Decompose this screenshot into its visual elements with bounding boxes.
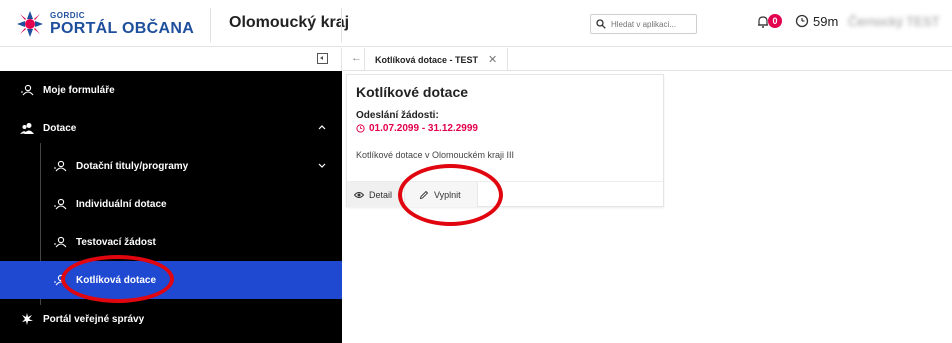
back-arrow-icon[interactable]: ← <box>351 52 362 64</box>
chevron-up-icon <box>318 125 326 130</box>
submission-date-range: 01.07.2099 - 31.12.2999 <box>356 123 478 134</box>
tab-kotlikova-dotace[interactable]: Kotlíková dotace - TEST ✕ <box>364 48 509 71</box>
person-icon <box>52 197 68 211</box>
person-icon <box>52 159 68 173</box>
submission-label: Odeslání žádosti: <box>356 110 439 121</box>
sidebar-toolbar <box>0 48 342 71</box>
emblem-icon <box>19 312 35 326</box>
logo-subtitle: GORDIC <box>50 10 85 20</box>
sidebar-item-dotace[interactable]: Dotace <box>0 109 342 147</box>
clock-icon <box>795 14 809 28</box>
sidebar-item-moje-formulare[interactable]: Moje formuláře <box>0 71 342 109</box>
user-name[interactable]: Černocký TEST <box>848 14 940 29</box>
date-range-text: 01.07.2099 - 31.12.2999 <box>369 123 478 134</box>
subsidy-card: Kotlíkové dotace Odeslání žádosti: 01.07… <box>346 74 664 207</box>
sidebar-item-testovaci-zadost[interactable]: Testovací žádost <box>0 223 342 261</box>
app-header: GORDIC PORTÁL OBČANA Olomoucký kraj 0 59… <box>0 0 952 47</box>
collapse-sidebar-icon[interactable] <box>317 53 328 64</box>
annotation-circle-kotlikova-dotace <box>61 255 174 303</box>
logo-title: PORTÁL OBČANA <box>50 19 195 37</box>
chevron-down-icon <box>318 163 326 168</box>
header-divider <box>341 8 342 42</box>
search-box[interactable] <box>590 14 697 34</box>
sidebar-item-label: Moje formuláře <box>43 84 115 96</box>
tab-label: Kotlíková dotace - TEST <box>375 54 479 65</box>
clock-icon <box>356 124 365 133</box>
close-tab-icon[interactable]: ✕ <box>488 53 497 66</box>
person-icon <box>19 83 35 97</box>
sidebar-item-individualni-dotace[interactable]: Individuální dotace <box>0 185 342 223</box>
sidebar-item-portal-verejne-spravy[interactable]: Portál veřejné správy <box>0 300 342 338</box>
search-input[interactable] <box>611 19 696 29</box>
sidebar-item-label: Dotační tituly/programy <box>76 160 189 172</box>
sidebar-item-label: Portál veřejné správy <box>43 313 145 325</box>
sidebar-item-label: Testovací žádost <box>76 236 156 248</box>
card-description: Kotlíkové dotace v Olomouckém kraji III <box>356 150 515 160</box>
logo-emblem-icon <box>17 11 43 37</box>
card-title: Kotlíkové dotace <box>356 84 469 100</box>
sidebar-item-label: Dotace <box>43 122 77 134</box>
detail-button[interactable]: Detail <box>347 182 403 207</box>
detail-button-label: Detail <box>369 189 393 200</box>
sidebar-item-dotacni-tituly[interactable]: Dotační tituly/programy <box>0 147 342 185</box>
annotation-circle-fill-button <box>398 164 503 226</box>
header-divider <box>210 8 211 42</box>
session-timer: 59m <box>813 14 839 29</box>
eye-icon <box>354 191 364 198</box>
sidebar-item-label: Individuální dotace <box>76 198 167 210</box>
people-icon <box>19 121 35 135</box>
region-title: Olomoucký kraj <box>229 14 350 31</box>
notification-badge: 0 <box>768 14 782 28</box>
search-icon <box>596 19 606 29</box>
sidebar: Moje formuláře Dotace Dotační tituly/pro… <box>0 71 342 343</box>
card-actions: Detail Vyplnit <box>347 181 663 207</box>
logo[interactable]: GORDIC PORTÁL OBČANA <box>16 10 194 38</box>
person-icon <box>52 235 68 249</box>
